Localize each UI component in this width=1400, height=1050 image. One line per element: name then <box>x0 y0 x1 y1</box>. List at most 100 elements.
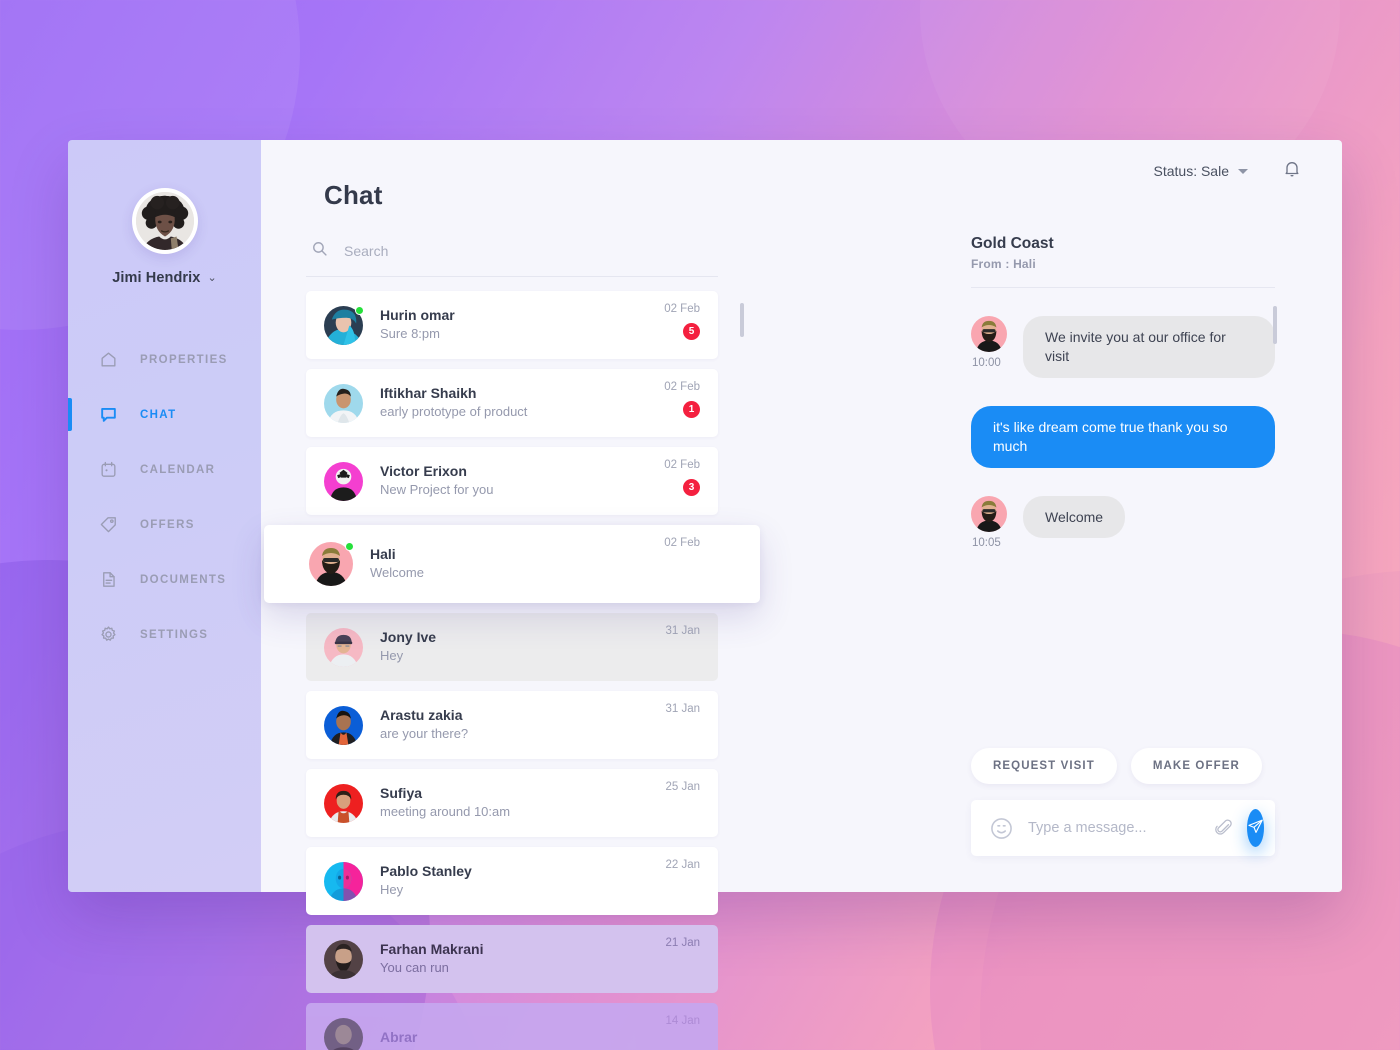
chevron-down-icon: ⌄ <box>207 272 217 284</box>
sidebar-item-label: DOCUMENTS <box>140 573 227 586</box>
sidebar-item-label: OFFERS <box>140 518 195 531</box>
message-row: 10:05 Welcome <box>971 495 1275 549</box>
message-bubble: it's like dream come true thank you so m… <box>971 405 1275 468</box>
avatar <box>324 939 363 979</box>
avatar <box>324 383 363 423</box>
list-item-name: Hali <box>370 546 396 563</box>
list-item-preview: Sure 8:pm <box>380 326 440 342</box>
message-time: 10:05 <box>972 536 1001 549</box>
chat-list-panel: Hurin omar Sure 8:pm 02 Feb 5 <box>264 240 760 1050</box>
sidebar-user-name[interactable]: Jimi Hendrix ⌄ <box>68 270 261 286</box>
list-item[interactable]: Jony Ive Hey 31 Jan <box>306 613 718 681</box>
search-input[interactable] <box>344 243 713 259</box>
conversation-title: Gold Coast <box>971 235 1054 252</box>
list-item-date: 21 Jan <box>665 937 700 949</box>
sidebar-item-label: CALENDAR <box>140 463 216 476</box>
topbar: Status: Sale <box>261 140 1342 202</box>
chat-icon <box>98 405 118 425</box>
list-item-selected[interactable]: Hali Welcome 02 Feb <box>264 525 760 603</box>
list-item-preview: You can run <box>380 960 449 976</box>
sidebar-item-documents[interactable]: DOCUMENTS <box>68 552 261 607</box>
list-item-date: 31 Jan <box>665 703 700 715</box>
avatar: 10:00 <box>971 316 1007 369</box>
list-item-date: 25 Jan <box>665 781 700 793</box>
list-item-preview: New Project for you <box>380 482 494 498</box>
message-bubble: Welcome <box>1023 495 1126 539</box>
sidebar-item-calendar[interactable]: CALENDAR <box>68 442 261 497</box>
sidebar-item-offers[interactable]: OFFERS <box>68 497 261 552</box>
avatar[interactable] <box>131 188 198 254</box>
list-item-name: Victor Erixon <box>380 463 467 480</box>
sidebar-item-label: CHAT <box>140 408 177 421</box>
app-window: Jimi Hendrix ⌄ PROPERTIES CHAT CALENDAR <box>68 140 1342 1050</box>
list-item-name: Farhan Makrani <box>380 941 484 958</box>
list-item-date: 22 Jan <box>665 859 700 871</box>
sidebar-item-settings[interactable]: SETTINGS <box>68 607 261 662</box>
list-item[interactable]: Victor Erixon New Project for you 02 Feb… <box>306 447 718 515</box>
search-icon <box>311 240 328 262</box>
home-icon <box>98 350 118 370</box>
main-panel: Status: Sale Chat Search Hurin omar Sure… <box>261 140 1342 1050</box>
list-item-preview: early prototype of product <box>380 404 528 420</box>
message-bubble: We invite you at our office for visit <box>1023 316 1275 378</box>
message-input-bar[interactable] <box>971 800 1275 856</box>
list-item[interactable]: Arastu zakia are your there? 31 Jan <box>306 691 718 759</box>
sidebar-item-chat[interactable]: CHAT <box>68 387 261 442</box>
list-item[interactable]: Farhan Makrani You can run 21 Jan <box>306 925 718 993</box>
search-bar[interactable] <box>306 240 718 277</box>
list-item-name: Pablo Stanley <box>380 863 472 880</box>
conversation-panel: Gold Coast From : Hali 10:00 We invite y… <box>926 235 1342 892</box>
avatar <box>324 305 364 345</box>
smiley-icon[interactable] <box>989 816 1014 841</box>
list-item[interactable]: Abrar 14 Jan <box>306 1003 718 1050</box>
list-item-preview: meeting around 10:am <box>380 804 511 820</box>
online-indicator <box>355 305 364 315</box>
quick-actions: REQUEST VISIT MAKE OFFER <box>971 748 1275 784</box>
status-dropdown[interactable]: Status: Sale <box>1153 163 1248 179</box>
list-item-date: 02 Feb <box>664 381 700 393</box>
make-offer-button[interactable]: MAKE OFFER <box>1130 748 1262 784</box>
request-visit-button[interactable]: REQUEST VISIT <box>971 748 1117 784</box>
sidebar-item-label: PROPERTIES <box>140 353 228 366</box>
message-row: 10:00 We invite you at our office for vi… <box>971 316 1275 378</box>
user-name-text: Jimi Hendrix <box>112 270 201 286</box>
message-input[interactable] <box>1028 820 1215 836</box>
online-indicator <box>345 542 354 551</box>
calendar-icon <box>98 460 118 480</box>
composer: REQUEST VISIT MAKE OFFER <box>971 748 1275 856</box>
bell-icon <box>1282 162 1302 183</box>
list-item-preview: Hey <box>380 882 404 898</box>
conversation-header: Gold Coast From : Hali <box>926 235 1275 271</box>
list-item[interactable]: Iftikhar Shaikh early prototype of produ… <box>306 369 718 437</box>
send-button[interactable] <box>1247 809 1264 847</box>
chat-list-scrollbar[interactable] <box>740 303 744 337</box>
list-item-date: 02 Feb <box>664 459 700 471</box>
list-item[interactable]: Hurin omar Sure 8:pm 02 Feb 5 <box>306 291 718 359</box>
sidebar-nav: PROPERTIES CHAT CALENDAR OFFERS DOCUMENT… <box>68 332 261 662</box>
list-item-name: Arastu zakia <box>380 707 463 724</box>
list-item-name: Jony Ive <box>380 629 437 646</box>
sidebar: Jimi Hendrix ⌄ PROPERTIES CHAT CALENDAR <box>68 140 261 892</box>
notifications-button[interactable] <box>1282 158 1302 184</box>
list-item-preview: are your there? <box>380 726 469 742</box>
avatar <box>324 705 363 745</box>
avatar <box>324 461 363 501</box>
avatar <box>324 627 363 667</box>
message-row: it's like dream come true thank you so m… <box>971 405 1275 468</box>
avatar <box>324 1017 363 1050</box>
list-item-name: Hurin omar <box>380 307 455 324</box>
conversation-scrollbar[interactable] <box>1273 306 1277 344</box>
unread-badge: 1 <box>683 401 700 418</box>
list-item[interactable]: Pablo Stanley Hey 22 Jan <box>306 847 718 915</box>
sidebar-item-properties[interactable]: PROPERTIES <box>68 332 261 387</box>
paperclip-icon[interactable] <box>1215 819 1233 837</box>
list-item-name: Abrar <box>380 1028 418 1045</box>
avatar: 10:05 <box>971 495 1007 549</box>
gear-icon <box>98 625 118 645</box>
list-item-name: Iftikhar Shaikh <box>380 385 477 402</box>
avatar <box>324 783 363 823</box>
list-item-preview: Hey <box>380 648 404 664</box>
list-item-date: 02 Feb <box>664 537 700 549</box>
status-label: Status: Sale <box>1153 163 1230 179</box>
list-item[interactable]: Sufiya meeting around 10:am 25 Jan <box>306 769 718 837</box>
